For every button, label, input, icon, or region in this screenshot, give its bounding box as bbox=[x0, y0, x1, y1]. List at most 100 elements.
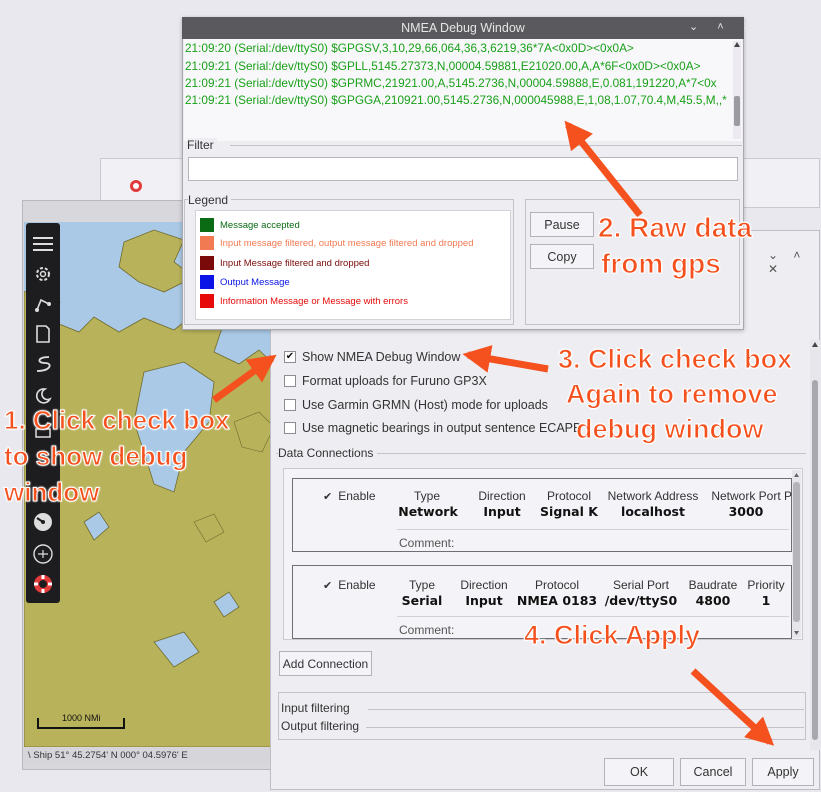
legend-swatch bbox=[200, 236, 214, 250]
col-header: Baudrate bbox=[688, 578, 738, 592]
legend-item-errors: Information Message or Message with erro… bbox=[200, 294, 408, 308]
checkbox-label: Use Garmin GRMN (Host) mode for uploads bbox=[302, 398, 548, 412]
route-icon[interactable] bbox=[30, 291, 56, 317]
legend-text: Input message filtered, output message f… bbox=[220, 237, 474, 249]
serial-port-value: /dev/ttyS0 bbox=[604, 593, 678, 608]
col-header: Network Port bbox=[711, 489, 781, 503]
baudrate-value: 4800 bbox=[695, 593, 731, 608]
annotation-line: from gps bbox=[600, 248, 721, 280]
legend-label: Legend bbox=[188, 193, 232, 207]
ok-button[interactable]: OK bbox=[604, 758, 674, 786]
annotation-line: 3. Click check box bbox=[557, 343, 793, 374]
legend-item-input-dropped: Input Message filtered and dropped bbox=[200, 256, 369, 270]
protocol-value: NMEA 0183 bbox=[516, 593, 598, 608]
type-value: Serial bbox=[401, 593, 443, 608]
nmea-window-title: NMEA Debug Window bbox=[182, 17, 744, 39]
magnetic-bearings-checkbox[interactable]: Use magnetic bearings in output sentence… bbox=[284, 419, 581, 437]
route-manager-icon[interactable] bbox=[30, 321, 56, 347]
comment-label: Comment: bbox=[399, 623, 455, 637]
garmin-grmn-checkbox[interactable]: Use Garmin GRMN (Host) mode for uploads bbox=[284, 396, 548, 414]
checkmark-icon: ✔ bbox=[323, 579, 333, 592]
legend-swatch bbox=[200, 275, 214, 289]
protocol-value: Signal K bbox=[540, 504, 598, 519]
annotation-step2: 2. Raw data from gps bbox=[597, 211, 752, 280]
legend-swatch bbox=[200, 294, 214, 308]
apply-button[interactable]: Apply bbox=[752, 758, 814, 786]
scale-label: 1000 NMi bbox=[62, 713, 101, 723]
col-header: Protocol bbox=[546, 489, 592, 503]
ais-icon[interactable] bbox=[30, 541, 56, 567]
input-filtering-line bbox=[368, 709, 804, 710]
enable-label: Enable bbox=[338, 489, 376, 503]
input-filtering-label[interactable]: Input filtering bbox=[281, 701, 350, 715]
annotation-step1: 1. Click check box to show debug window bbox=[3, 405, 230, 508]
output-filtering-label[interactable]: Output filtering bbox=[281, 719, 359, 733]
col-header: Type bbox=[413, 489, 440, 503]
address-value: localhost bbox=[621, 504, 685, 519]
pause-button[interactable]: Pause bbox=[530, 212, 594, 237]
comment-label: Comment: bbox=[399, 536, 455, 550]
checkbox-box[interactable] bbox=[284, 422, 296, 434]
options-window-controls[interactable]: ⌄ ˄ ✕ bbox=[768, 248, 821, 276]
log-line: 21:09:21 (Serial:/dev/ttyS0) $GPGGA,2109… bbox=[185, 93, 727, 107]
col-header: Direction bbox=[460, 578, 508, 592]
direction-value: Input bbox=[465, 593, 503, 608]
col-header: Network Address bbox=[607, 489, 699, 503]
checkmark-icon: ✔ bbox=[323, 490, 333, 503]
row-divider bbox=[397, 529, 789, 530]
port-value: 3000 bbox=[728, 504, 764, 519]
menu-icon[interactable] bbox=[30, 231, 56, 257]
filter-divider bbox=[230, 145, 742, 146]
direction-value: Input bbox=[483, 504, 521, 519]
lifebuoy-mob-icon[interactable] bbox=[30, 571, 56, 597]
copy-button[interactable]: Copy bbox=[530, 244, 594, 269]
checkbox-label: Show NMEA Debug Window bbox=[302, 350, 461, 364]
nmea-window-controls[interactable]: ⌄ ˄ ✕ bbox=[689, 20, 760, 33]
furuno-gp3x-checkbox[interactable]: Format uploads for Furuno GP3X bbox=[284, 372, 487, 390]
legend-text: Input Message filtered and dropped bbox=[220, 257, 370, 269]
connection-row-network[interactable]: ✔ Enable Type Direction Protocol Network… bbox=[292, 478, 792, 552]
legend-swatch bbox=[200, 256, 214, 270]
connections-scrollbar[interactable] bbox=[792, 470, 801, 638]
col-header: Priority bbox=[747, 578, 785, 592]
log-scrollbar[interactable] bbox=[733, 41, 741, 139]
show-nmea-debug-checkbox[interactable]: ✔ Show NMEA Debug Window bbox=[284, 348, 460, 366]
annotation-line: Again to remove bbox=[565, 379, 778, 410]
dashboard-gauge-icon[interactable] bbox=[30, 509, 56, 535]
nmea-log-view[interactable]: 21:09:20 (Serial:/dev/ttyS0) $GPGSV,3,10… bbox=[184, 39, 742, 141]
filter-input[interactable] bbox=[188, 157, 738, 181]
legend-text: Output Message bbox=[220, 276, 290, 288]
annotation-line: window bbox=[3, 476, 100, 507]
log-line: 21:09:20 (Serial:/dev/ttyS0) $GPGSV,3,10… bbox=[185, 41, 634, 55]
annotation-step4: 4. Click Apply bbox=[523, 619, 701, 650]
col-header: Type bbox=[408, 578, 435, 592]
enable-checkbox[interactable]: ✔ Enable bbox=[323, 489, 376, 503]
legend-item-output: Output Message bbox=[200, 275, 290, 289]
col-header: Serial Port bbox=[612, 578, 670, 592]
options-scrollbar[interactable] bbox=[810, 340, 820, 750]
col-header: Protocol bbox=[534, 578, 580, 592]
annotation-line: 1. Click check box bbox=[3, 405, 230, 436]
type-value: Network bbox=[398, 504, 458, 519]
log-line: 21:09:21 (Serial:/dev/ttyS0) $GPLL,5145.… bbox=[185, 59, 701, 73]
track-icon[interactable] bbox=[30, 351, 56, 377]
cancel-button[interactable]: Cancel bbox=[680, 758, 746, 786]
output-filtering-line bbox=[366, 727, 804, 728]
annotation-step3: 3. Click check box Again to remove debug… bbox=[557, 343, 793, 445]
checkbox-box[interactable] bbox=[284, 375, 296, 387]
opencpn-logo-icon bbox=[130, 180, 142, 192]
enable-checkbox[interactable]: ✔ Enable bbox=[323, 578, 376, 592]
filter-label: Filter bbox=[187, 138, 217, 152]
legend-text: Information Message or Message with erro… bbox=[220, 295, 408, 307]
legend-item-accepted: Message accepted bbox=[200, 218, 300, 232]
annotation-line: debug window bbox=[575, 414, 764, 445]
col-header: Direction bbox=[478, 489, 526, 503]
settings-gear-icon[interactable] bbox=[30, 261, 56, 287]
row-divider bbox=[397, 616, 789, 617]
legend-swatch bbox=[200, 218, 214, 232]
enable-label: Enable bbox=[338, 578, 376, 592]
annotation-line: to show debug bbox=[3, 440, 188, 471]
checkbox-box[interactable] bbox=[284, 399, 296, 411]
checkbox-box[interactable]: ✔ bbox=[284, 351, 296, 363]
add-connection-button[interactable]: Add Connection bbox=[279, 651, 372, 676]
